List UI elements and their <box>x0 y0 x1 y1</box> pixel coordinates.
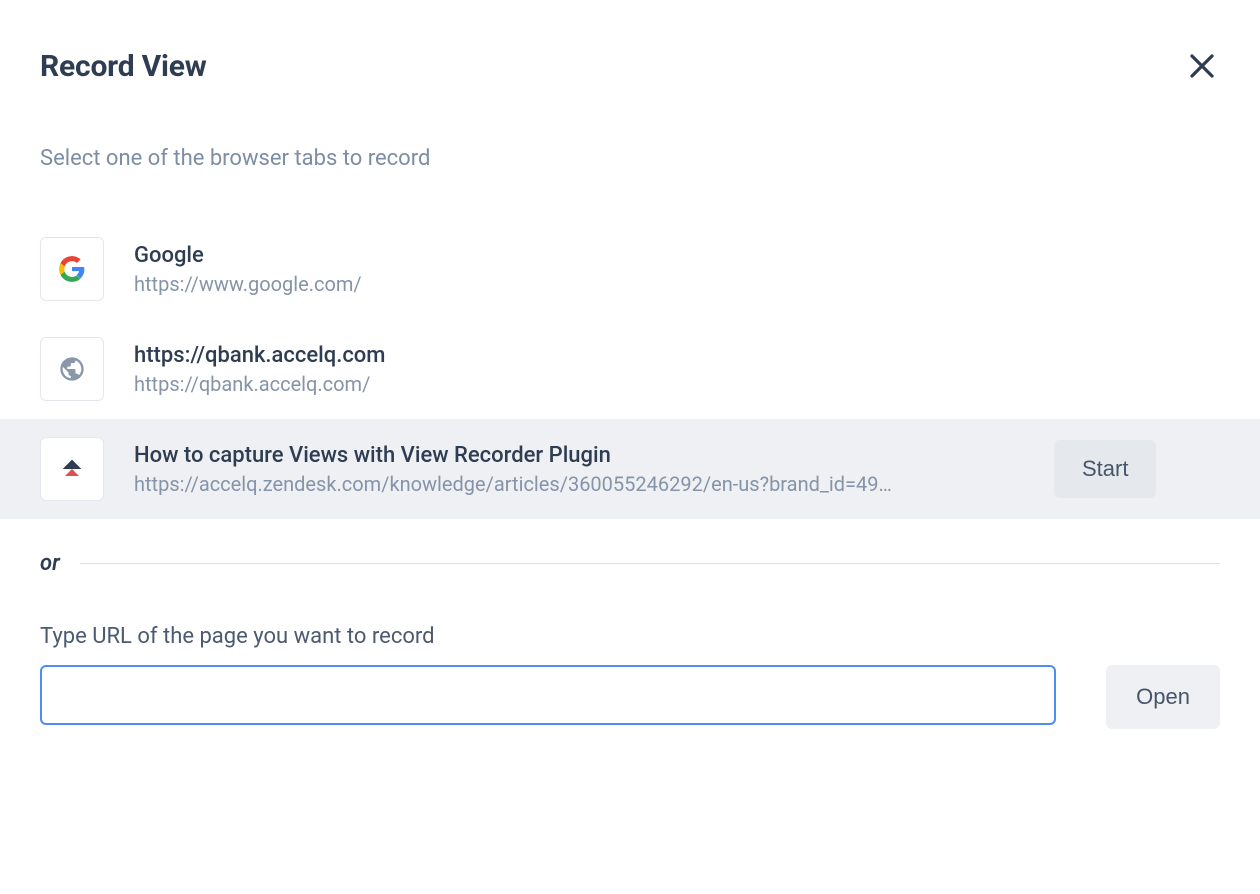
tab-title: Google <box>134 243 1232 268</box>
instruction-text: Select one of the browser tabs to record <box>0 146 1260 171</box>
close-button[interactable] <box>1184 48 1220 84</box>
tab-list: Google https://www.google.com/ https://q… <box>0 219 1260 519</box>
tab-item-qbank[interactable]: https://qbank.accelq.com https://qbank.a… <box>0 319 1260 419</box>
google-icon <box>58 255 86 283</box>
divider-row: or <box>0 551 1260 576</box>
tab-item-google[interactable]: Google https://www.google.com/ <box>0 219 1260 319</box>
globe-icon <box>58 355 86 383</box>
or-label: or <box>40 551 60 576</box>
favicon-box <box>40 237 104 301</box>
record-view-panel: Record View Select one of the browser ta… <box>0 0 1260 894</box>
tab-text: How to capture Views with View Recorder … <box>134 443 1024 496</box>
header: Record View <box>0 0 1260 84</box>
tab-title: https://qbank.accelq.com <box>134 343 1232 368</box>
favicon-box <box>40 337 104 401</box>
url-input-label: Type URL of the page you want to record <box>40 624 1220 649</box>
tab-item-accelq-article[interactable]: How to capture Views with View Recorder … <box>0 419 1260 519</box>
tab-title: How to capture Views with View Recorder … <box>134 443 1024 468</box>
divider-line <box>80 563 1220 564</box>
start-button[interactable]: Start <box>1054 440 1156 498</box>
open-button[interactable]: Open <box>1106 665 1220 729</box>
tab-url: https://www.google.com/ <box>134 272 1232 296</box>
page-title: Record View <box>40 49 207 84</box>
close-icon <box>1187 51 1217 81</box>
tab-text: Google https://www.google.com/ <box>134 243 1232 296</box>
favicon-box <box>40 437 104 501</box>
tab-text: https://qbank.accelq.com https://qbank.a… <box>134 343 1232 396</box>
tab-url: https://qbank.accelq.com/ <box>134 372 1232 396</box>
url-input[interactable] <box>40 665 1056 725</box>
accelq-icon <box>58 455 86 483</box>
url-section: Type URL of the page you want to record … <box>0 624 1260 729</box>
tab-url: https://accelq.zendesk.com/knowledge/art… <box>134 472 1024 496</box>
url-row: Open <box>40 665 1220 729</box>
